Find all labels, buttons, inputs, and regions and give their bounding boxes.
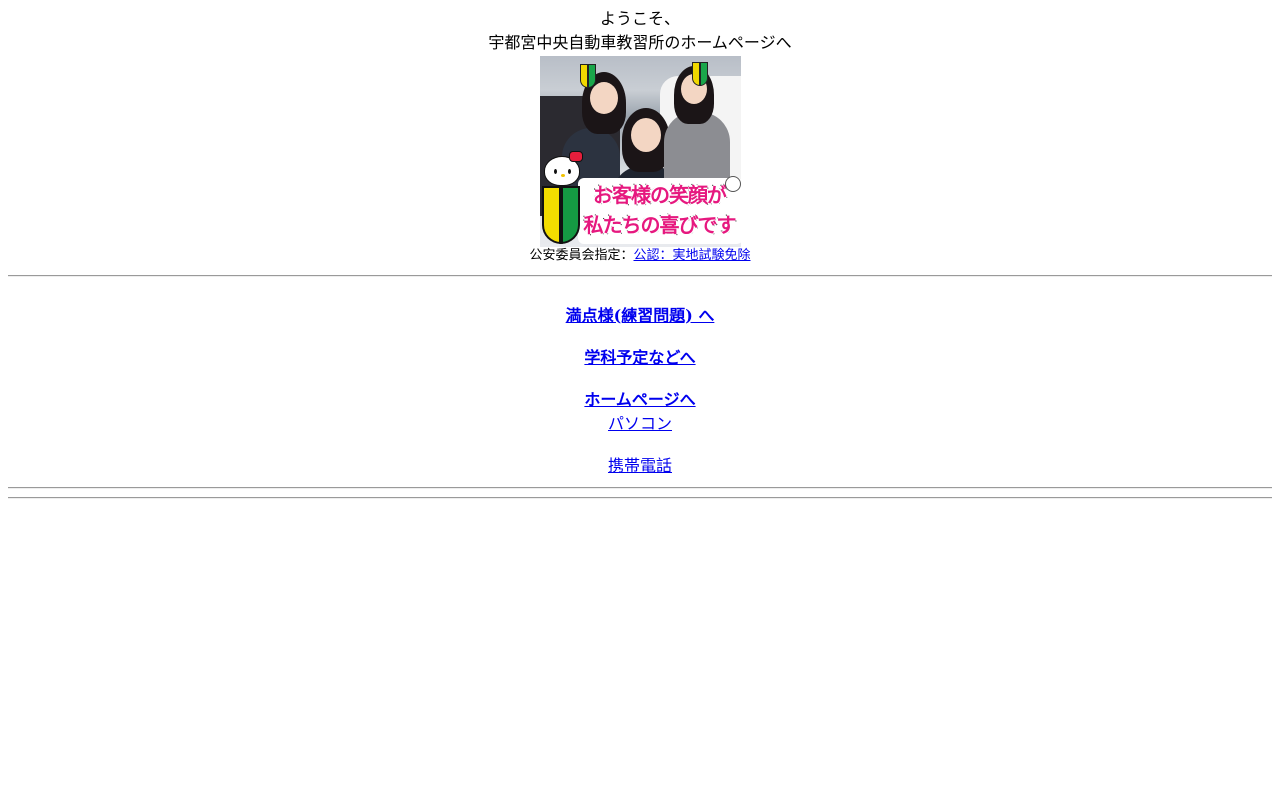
hero-person-center-face: [630, 118, 661, 152]
designation-link[interactable]: 公認：実地試験免除: [634, 248, 751, 263]
pc-link[interactable]: パソコン: [608, 414, 672, 433]
beginner-mark-right-icon: [691, 62, 708, 86]
beginner-mark-large-icon: [541, 186, 580, 244]
practice-link[interactable]: 満点様(練習問題) へ: [566, 306, 715, 325]
welcome-line-2: 宇都宮中央自動車教習所のホームページへ: [488, 33, 792, 52]
hero-banner-line-2: 私たちの喜びです: [583, 213, 737, 237]
divider-top: [8, 275, 1272, 277]
schedule-link[interactable]: 学科予定などへ: [584, 348, 695, 367]
divider-middle: [8, 487, 1272, 489]
hero-banner-line-1: お客様の笑顔が: [593, 183, 727, 207]
hero-image: お客様の笑顔が 私たちの喜びです: [539, 56, 741, 247]
welcome-line-1: ようこそ、: [599, 9, 680, 28]
nav-item-mobile: 携帯電話: [0, 455, 1280, 477]
kitty-small-icon: [724, 176, 741, 192]
designation-line: 公安委員会指定：公認：実地試験免除: [0, 247, 1280, 265]
beginner-mark-left-icon: [579, 64, 596, 88]
designation-label: 公安委員会指定：: [529, 248, 634, 263]
kitty-mascot-icon: [543, 151, 583, 186]
nav-item-pc: パソコン: [0, 413, 1280, 435]
nav-item-practice: 満点様(練習問題) へ: [0, 305, 1280, 327]
divider-bottom: [8, 497, 1272, 499]
nav-item-homepage: ホームページへ: [0, 389, 1280, 411]
page: ようこそ、 宇都宮中央自動車教習所のホームページへ お客様の笑顔が 私たちの喜び…: [0, 7, 1280, 800]
nav-item-schedule: 学科予定などへ: [0, 347, 1280, 369]
mobile-link[interactable]: 携帯電話: [608, 456, 672, 475]
homepage-link[interactable]: ホームページへ: [584, 390, 695, 409]
